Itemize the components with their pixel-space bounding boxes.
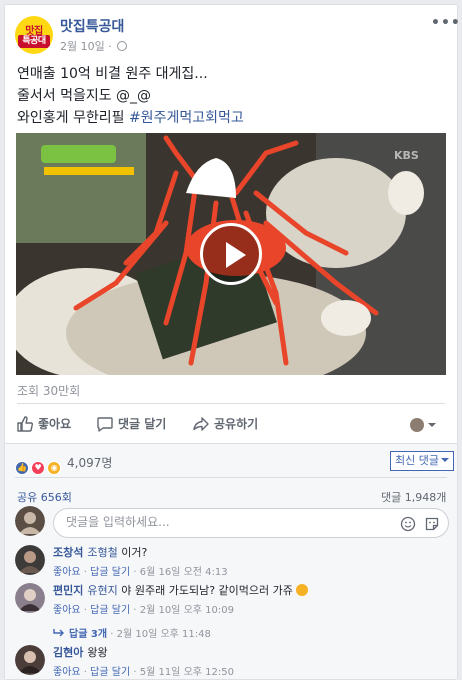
post-header: 맛집 특공대 맛집특공대 2월 10일 · ••• bbox=[5, 5, 460, 61]
video-watermark: KBS bbox=[394, 149, 419, 162]
share-button[interactable]: 공유하기 bbox=[193, 415, 258, 432]
comment-author-link[interactable]: 조창석 bbox=[53, 546, 83, 559]
post-text-segment: 와인홍게 무한리필 bbox=[17, 110, 129, 126]
comment-timestamp[interactable]: 6월 16일 오전 4:13 bbox=[140, 567, 228, 578]
comment-timestamp[interactable]: 5월 11일 오후 12:50 bbox=[140, 667, 234, 678]
action-separator: · bbox=[133, 567, 137, 578]
comment-text: 편민지 유현지 야 원주래 가도되남? 같이먹으러 가쥬 bbox=[53, 583, 309, 598]
love-reaction-icon: ♥ bbox=[31, 461, 46, 475]
sticker-icon[interactable] bbox=[424, 516, 440, 532]
action-separator: · bbox=[110, 629, 114, 640]
share-arrow-icon bbox=[193, 417, 209, 431]
comment-author-link[interactable]: 김현아 bbox=[53, 646, 83, 659]
page-name-link[interactable]: 맛집특공대 bbox=[60, 16, 124, 36]
sort-label: 최신 댓글 bbox=[395, 454, 439, 467]
comment-text: 김현아 왕왕 bbox=[53, 645, 108, 660]
comment-timestamp[interactable]: 2월 10일 오후 10:09 bbox=[140, 605, 234, 616]
post-text-line: 연매출 10억 비결 원주 대게집... bbox=[17, 66, 208, 82]
reply-arrow-icon bbox=[53, 629, 64, 637]
post-meta: 2월 10일 · bbox=[60, 38, 128, 54]
commenter-avatar[interactable] bbox=[15, 645, 45, 675]
comment-sort-dropdown[interactable]: 최신 댓글 bbox=[390, 451, 454, 471]
comment-actions: 좋아요 · 답글 달기 · 2월 10일 오후 10:09 bbox=[53, 601, 234, 616]
comment-count: 댓글 1,948개 bbox=[381, 491, 447, 504]
comment-icon bbox=[97, 417, 113, 432]
comment-reply-link[interactable]: 답글 달기 bbox=[90, 567, 130, 578]
reaction-count[interactable]: 4,097명 bbox=[67, 454, 112, 471]
replies-count-link[interactable]: 답글 3개 bbox=[69, 629, 107, 640]
more-options-icon[interactable]: ••• bbox=[431, 15, 461, 31]
sad-emoji-icon bbox=[296, 584, 309, 596]
thumbs-up-icon bbox=[17, 416, 34, 432]
view-count: 조회 30만회 bbox=[17, 384, 81, 398]
comment-message: 왕왕 bbox=[87, 646, 108, 659]
action-separator: · bbox=[133, 605, 137, 616]
logo-text-bottom: 특공대 bbox=[18, 35, 50, 48]
action-separator: · bbox=[83, 667, 87, 678]
emoji-icon[interactable] bbox=[400, 516, 416, 532]
post-date[interactable]: 2월 10일 bbox=[60, 40, 105, 53]
meta-separator: · bbox=[108, 40, 112, 53]
comment-button[interactable]: 댓글 달기 bbox=[97, 415, 166, 432]
comment-item: 조창석 조형철 이거? 좋아요 · 답글 달기 · 6월 16일 오전 4:13 bbox=[15, 545, 447, 579]
comment-actions: 좋아요 · 답글 달기 · 5월 11일 오후 12:50 bbox=[53, 663, 234, 678]
comment-like-link[interactable]: 좋아요 bbox=[53, 605, 81, 616]
video-player[interactable]: KBS bbox=[16, 133, 446, 375]
post-text-line: 와인홍게 무한리필 #원주게먹고회먹고 bbox=[17, 107, 447, 129]
comment-reply-link[interactable]: 답글 달기 bbox=[90, 605, 130, 616]
comment-item: 편민지 유현지 야 원주래 가도되남? 같이먹으러 가쥬 좋아요 · 답글 달기 … bbox=[15, 583, 447, 623]
comment-item: 김현아 왕왕 좋아요 · 답글 달기 · 5월 11일 오후 12:50 bbox=[15, 645, 447, 679]
like-reaction-icon: 👍 bbox=[15, 461, 29, 475]
hashtag-link[interactable]: #원주게먹고회먹고 bbox=[129, 110, 244, 126]
comment-like-link[interactable]: 좋아요 bbox=[53, 567, 81, 578]
share-button-label: 공유하기 bbox=[214, 417, 259, 431]
comment-reply-link[interactable]: 답글 달기 bbox=[90, 667, 130, 678]
comment-actions: 좋아요 · 답글 달기 · 6월 16일 오전 4:13 bbox=[53, 563, 228, 578]
comment-author-link[interactable]: 편민지 bbox=[53, 584, 83, 597]
replies-link-row[interactable]: 답글 3개 · 2월 10일 오후 11:48 bbox=[53, 625, 211, 640]
reply-timestamp: 2월 10일 오후 11:48 bbox=[116, 629, 211, 640]
like-button[interactable]: 좋아요 bbox=[17, 415, 71, 432]
tagged-user-link[interactable]: 유현지 bbox=[87, 584, 117, 597]
comment-like-link[interactable]: 좋아요 bbox=[53, 667, 81, 678]
action-separator: · bbox=[83, 605, 87, 616]
tagged-user-link[interactable]: 조형철 bbox=[87, 546, 117, 559]
share-count[interactable]: 공유 656회 bbox=[17, 489, 72, 505]
divider bbox=[17, 403, 445, 404]
post-text-line: 줄서서 먹을지도 @_@ bbox=[17, 88, 152, 104]
post-card: 맛집 특공대 맛집특공대 2월 10일 · ••• 연매출 10억 비결 원주 … bbox=[4, 4, 460, 680]
page-logo[interactable]: 맛집 특공대 bbox=[15, 16, 53, 54]
comment-message: 이거? bbox=[117, 546, 148, 559]
comment-message: 야 원주래 가도되남? 같이먹으러 가쥬 bbox=[117, 584, 293, 597]
reaction-icons[interactable]: 👍 ♥ ◉ bbox=[15, 452, 62, 475]
action-separator: · bbox=[83, 567, 87, 578]
globe-icon bbox=[117, 41, 128, 51]
action-separator: · bbox=[133, 667, 137, 678]
comment-input-wrapper bbox=[53, 508, 449, 538]
play-icon[interactable] bbox=[200, 223, 262, 285]
comment-text: 조창석 조형철 이거? bbox=[53, 545, 147, 560]
commenter-avatar[interactable] bbox=[15, 545, 45, 575]
post-text: 연매출 10억 비결 원주 대게집... 줄서서 먹을지도 @_@ 와인홍게 무… bbox=[17, 63, 447, 129]
comment-composer bbox=[15, 506, 449, 540]
commenter-avatar[interactable] bbox=[15, 583, 45, 613]
comment-button-label: 댓글 달기 bbox=[118, 417, 167, 431]
chevron-down-icon bbox=[428, 423, 436, 427]
post-as-selector[interactable] bbox=[410, 414, 436, 433]
user-avatar-icon bbox=[410, 418, 424, 432]
comment-input[interactable] bbox=[66, 515, 386, 529]
chevron-down-icon bbox=[440, 458, 449, 462]
like-button-label: 좋아요 bbox=[38, 417, 72, 431]
user-avatar bbox=[15, 506, 45, 536]
divider bbox=[15, 477, 447, 478]
